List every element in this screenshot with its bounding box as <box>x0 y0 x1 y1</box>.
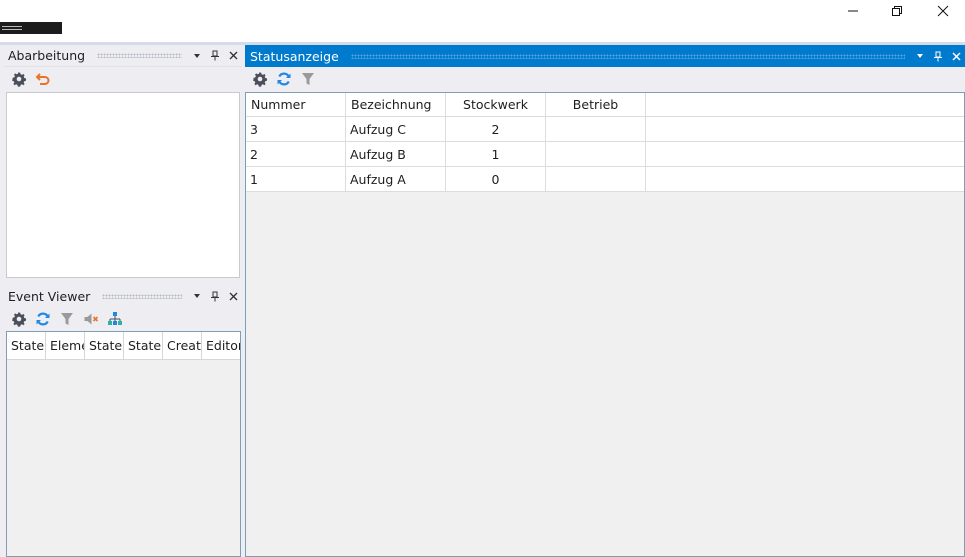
status-grid[interactable]: Nummer Bezeichnung Stockwerk Betrieb 3 A… <box>245 92 965 557</box>
event-viewer-panel: Event Viewer State Eleme <box>4 285 242 557</box>
settings-button[interactable] <box>8 68 30 90</box>
cell-nummer: 2 <box>246 142 346 166</box>
close-icon <box>229 292 237 300</box>
abarbeitung-panel: Abarbeitung <box>4 45 242 281</box>
cell-stockwerk: 1 <box>446 142 546 166</box>
panel-title: Event Viewer <box>8 288 91 304</box>
abarbeitung-list[interactable] <box>6 92 240 278</box>
close-window-button[interactable] <box>920 0 965 22</box>
dropdown-icon <box>194 294 200 298</box>
pin-icon <box>211 50 219 61</box>
refresh-button[interactable] <box>273 68 295 90</box>
panel-title: Statusanzeige <box>250 48 339 64</box>
abarbeitung-toolbar <box>4 67 242 91</box>
panel-close-button[interactable] <box>224 47 242 65</box>
panel-pin-button[interactable] <box>206 47 224 65</box>
settings-button[interactable] <box>8 308 30 330</box>
event-grid-header: State Eleme State State Creat Editor <box>7 332 240 360</box>
cell-stockwerk: 2 <box>446 117 546 141</box>
cell-bezeichnung: Aufzug A <box>346 167 446 191</box>
panel-pin-button[interactable] <box>929 47 947 65</box>
event-viewer-grid[interactable]: State Eleme State State Creat Editor <box>6 331 241 557</box>
cell-betrieb <box>546 142 646 166</box>
column-header-nummer[interactable]: Nummer <box>246 93 346 116</box>
restore-icon <box>892 6 902 16</box>
panel-menu-button[interactable] <box>188 287 206 305</box>
table-row[interactable]: 1 Aufzug A 0 <box>246 167 964 192</box>
mute-icon <box>84 313 99 325</box>
gear-icon <box>12 72 27 87</box>
drag-grip[interactable] <box>97 53 182 58</box>
cell-stockwerk: 0 <box>446 167 546 191</box>
filter-icon <box>61 313 73 325</box>
refresh-button[interactable] <box>32 308 54 330</box>
filter-button[interactable] <box>297 68 319 90</box>
dropdown-icon <box>917 54 923 58</box>
drag-grip[interactable] <box>102 293 182 299</box>
column-header[interactable]: State <box>85 332 124 359</box>
panel-menu-button[interactable] <box>911 47 929 65</box>
mute-button[interactable] <box>80 308 102 330</box>
undo-icon <box>35 73 50 85</box>
abarbeitung-header[interactable]: Abarbeitung <box>4 45 242 67</box>
statusanzeige-header[interactable]: Statusanzeige <box>245 45 965 67</box>
cell-nummer: 3 <box>246 117 346 141</box>
table-row[interactable]: 2 Aufzug B 1 <box>246 142 964 167</box>
panel-close-button[interactable] <box>947 47 965 65</box>
close-icon <box>951 51 961 61</box>
column-header[interactable]: Editor <box>202 332 240 359</box>
panel-menu-button[interactable] <box>188 47 206 65</box>
dropdown-icon <box>194 53 200 58</box>
cell-bezeichnung: Aufzug B <box>346 142 446 166</box>
filter-button[interactable] <box>56 308 78 330</box>
column-header[interactable]: Creat <box>163 332 202 359</box>
refresh-icon <box>277 72 291 86</box>
cell-filler <box>646 142 964 166</box>
close-icon <box>229 51 237 60</box>
panel-pin-button[interactable] <box>206 287 224 305</box>
cell-betrieb <box>546 167 646 191</box>
column-header[interactable]: Eleme <box>46 332 85 359</box>
cell-filler <box>646 167 964 191</box>
settings-button[interactable] <box>249 68 271 90</box>
column-header[interactable]: State <box>7 332 46 359</box>
column-header-stockwerk[interactable]: Stockwerk <box>446 93 546 116</box>
pin-icon <box>211 291 219 301</box>
restore-button[interactable] <box>874 0 920 22</box>
gear-icon <box>253 72 268 87</box>
gear-icon <box>12 312 27 327</box>
column-header[interactable]: State <box>124 332 163 359</box>
hierarchy-button[interactable] <box>104 308 126 330</box>
statusanzeige-toolbar <box>245 67 965 91</box>
filter-icon <box>302 73 314 85</box>
minimize-icon <box>848 10 858 12</box>
event-viewer-header[interactable]: Event Viewer <box>4 285 242 307</box>
cell-nummer: 1 <box>246 167 346 191</box>
title-bar <box>0 0 965 42</box>
cell-betrieb <box>546 117 646 141</box>
minimize-button[interactable] <box>830 0 876 22</box>
undo-button[interactable] <box>32 68 54 90</box>
pin-icon <box>934 51 942 61</box>
panel-close-button[interactable] <box>224 287 242 305</box>
hierarchy-icon <box>108 312 122 325</box>
panel-title: Abarbeitung <box>8 48 86 63</box>
table-row[interactable]: 3 Aufzug C 2 <box>246 117 964 142</box>
drag-grip[interactable] <box>350 53 905 59</box>
column-header-betrieb[interactable]: Betrieb <box>546 93 646 116</box>
cell-filler <box>646 117 964 141</box>
column-header-bezeichnung[interactable]: Bezeichnung <box>346 93 446 116</box>
event-viewer-toolbar <box>4 307 242 331</box>
app-logo <box>0 22 62 34</box>
column-header-filler <box>646 93 964 116</box>
statusanzeige-panel: Statusanzeige Nummer Bezeichnung Stockwe… <box>245 45 965 557</box>
status-grid-header: Nummer Bezeichnung Stockwerk Betrieb <box>246 93 964 117</box>
close-icon <box>937 5 949 17</box>
cell-bezeichnung: Aufzug C <box>346 117 446 141</box>
refresh-icon <box>36 312 50 326</box>
